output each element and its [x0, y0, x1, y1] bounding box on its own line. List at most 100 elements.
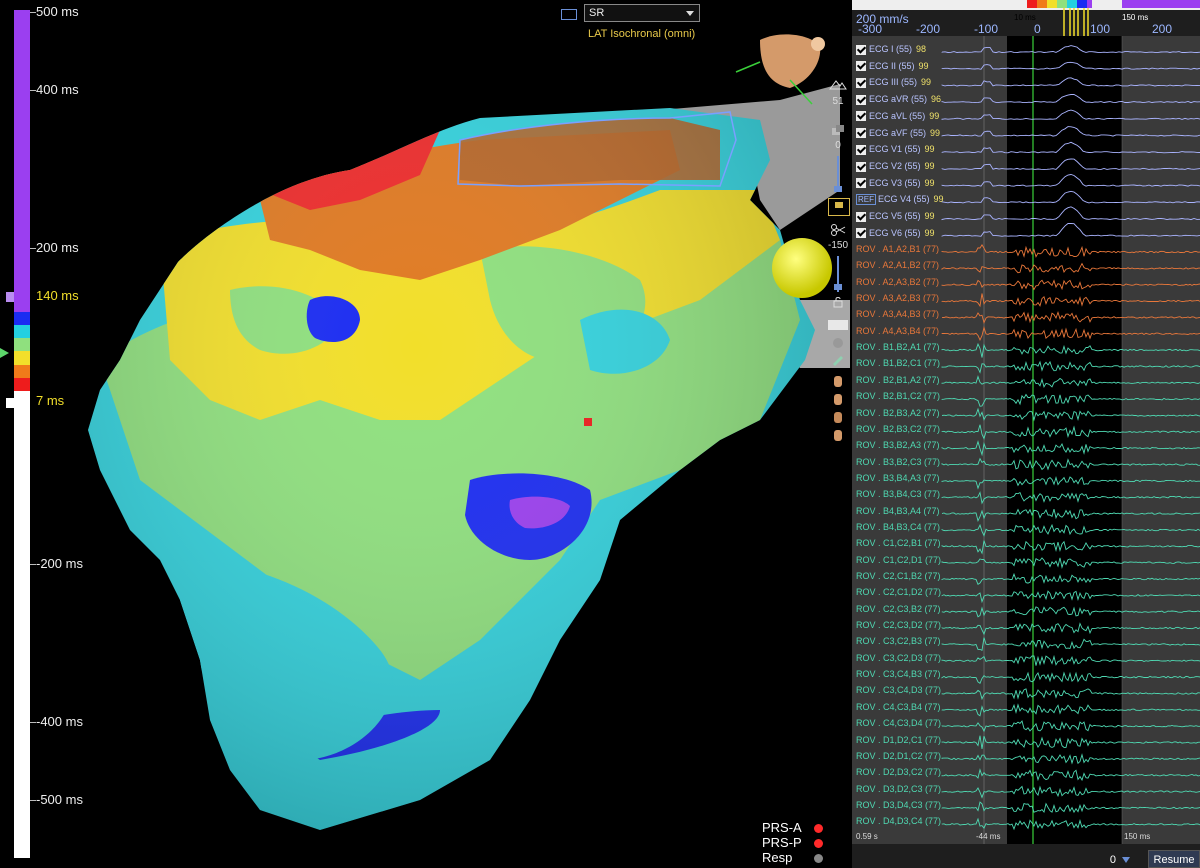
rov-channel-row[interactable]: ROV . D2,D3,C2 (77)	[856, 767, 941, 781]
rov-channel-row[interactable]: ROV . D4,D3,C4 (77)	[856, 816, 941, 830]
opacity-slider[interactable]	[828, 156, 848, 192]
rov-channel-row[interactable]: ROV . A3,A4,B3 (77)	[856, 309, 939, 323]
rov-channel-row[interactable]: ROV . C3,C4,D3 (77)	[856, 685, 941, 699]
rov-channel-label: ROV . B3,B2,A3 (77)	[856, 440, 940, 451]
rov-channel-row[interactable]: ROV . C1,C2,B1 (77)	[856, 538, 941, 552]
rov-channel-row[interactable]: ROV . B3,B4,C3 (77)	[856, 489, 940, 503]
yellow-sphere-marker[interactable]	[772, 238, 832, 298]
threshold-slider[interactable]	[828, 256, 848, 292]
ecg-channel-row[interactable]: ECG III (55) 99	[856, 77, 931, 91]
ecg-channel-row[interactable]: ECG V1 (55) 99	[856, 144, 935, 158]
ecg-channel-row[interactable]: ECG I (55) 98	[856, 44, 926, 58]
rov-channel-row[interactable]: ROV . D3,D4,C3 (77)	[856, 800, 941, 814]
rov-channel-row[interactable]: ROV . B1,B2,A1 (77)	[856, 342, 940, 356]
ecg-channel-row[interactable]: ECG V2 (55) 99	[856, 161, 935, 175]
channel-checkbox[interactable]	[856, 228, 866, 239]
rov-channel-row[interactable]: ROV . B2,B1,C2 (77)	[856, 391, 940, 405]
channel-checkbox[interactable]	[856, 211, 866, 222]
channel-checkbox[interactable]	[856, 61, 866, 72]
layers-icon[interactable]	[828, 124, 848, 139]
channel-checkbox[interactable]	[856, 161, 866, 172]
ecg-channel-row[interactable]: ECG V5 (55) 99	[856, 211, 935, 225]
prs-p-status-dot	[814, 839, 823, 848]
lat-map-3d[interactable]	[60, 0, 850, 868]
rov-channel-row[interactable]: ROV . B3,B4,A3 (77)	[856, 473, 940, 487]
toolbar-value-b: 0	[835, 140, 841, 151]
rov-channel-label: ROV . C3,C4,D3 (77)	[856, 685, 942, 696]
rov-channel-row[interactable]: ROV . A2,A1,B2 (77)	[856, 260, 939, 274]
rov-channel-row[interactable]: ROV . A2,A3,B2 (77)	[856, 277, 939, 291]
ecg-channel-row[interactable]: ECG V3 (55) 99	[856, 178, 935, 192]
resume-button[interactable]: Resume	[1148, 850, 1200, 868]
rov-channel-row[interactable]: ROV . C2,C3,D2 (77)	[856, 620, 941, 634]
lower-threshold-handle[interactable]	[6, 398, 14, 408]
signal-panel[interactable]: 200 mm/s -300 -200 -100 0 100 200 10 ms …	[852, 0, 1200, 868]
rov-channel-label: ROV . D3,D2,C3 (77)	[856, 783, 942, 794]
white-rect-icon[interactable]	[828, 320, 848, 330]
rov-channel-label: ROV . D1,D2,C1 (77)	[856, 734, 942, 745]
channel-checkbox[interactable]	[856, 94, 866, 105]
ecg-channel-row[interactable]: ECG aVL (55) 99	[856, 111, 939, 125]
torso-front-icon[interactable]	[828, 374, 848, 391]
rov-channel-row[interactable]: ROV . C2,C1,B2 (77)	[856, 571, 941, 585]
channel-checkbox[interactable]	[856, 128, 866, 139]
offset-dropdown-icon[interactable]	[1122, 857, 1130, 863]
pencil-icon[interactable]	[828, 354, 848, 369]
rov-channel-row[interactable]: ROV . B4,B3,A4 (77)	[856, 506, 940, 520]
rov-channel-row[interactable]: ROV . D1,D2,C1 (77)	[856, 735, 941, 749]
scissors-icon[interactable]	[828, 224, 848, 239]
ecg-channel-value: 99	[918, 60, 929, 71]
rov-channel-label: ROV . B4,B3,A4 (77)	[856, 505, 940, 516]
scale-pointer[interactable]	[0, 348, 9, 358]
rov-channel-row[interactable]: ROV . D2,D1,C2 (77)	[856, 751, 941, 765]
resp-status-dot	[814, 854, 823, 863]
ecg-channel-label: ECG aVF (55)	[869, 127, 927, 138]
lat-color-scale[interactable]	[14, 10, 30, 858]
rov-channel-row[interactable]: ROV . B2,B1,A2 (77)	[856, 375, 940, 389]
reference-badge[interactable]: REF	[856, 194, 876, 206]
ecg-channel-row[interactable]: ECG aVR (55) 96	[856, 94, 941, 108]
rov-channel-row[interactable]: ROV . C2,C3,B2 (77)	[856, 604, 941, 618]
offset-value[interactable]: 0	[1110, 854, 1116, 866]
rov-channel-row[interactable]: ROV . A1,A2,B1 (77)	[856, 244, 939, 258]
channel-checkbox[interactable]	[856, 178, 866, 189]
rov-channel-row[interactable]: ROV . C4,C3,B4 (77)	[856, 702, 941, 716]
channel-checkbox[interactable]	[856, 111, 866, 122]
channel-checkbox[interactable]	[856, 78, 866, 89]
rov-channel-row[interactable]: ROV . C1,C2,D1 (77)	[856, 555, 941, 569]
torso-side-icon[interactable]	[828, 392, 848, 409]
ecg-channel-row[interactable]: ECG V6 (55) 99	[856, 228, 935, 242]
rov-channel-row[interactable]: ROV . D3,D2,C3 (77)	[856, 784, 941, 798]
rov-channel-row[interactable]: ROV . A4,A3,B4 (77)	[856, 326, 939, 340]
sphere-icon[interactable]	[828, 336, 848, 353]
rov-channel-row[interactable]: ROV . B3,B2,C3 (77)	[856, 457, 940, 471]
channel-checkbox[interactable]	[856, 44, 866, 55]
rov-channel-row[interactable]: ROV . A3,A2,B3 (77)	[856, 293, 939, 307]
mountain-icon[interactable]	[828, 78, 848, 93]
rov-channel-row[interactable]: ROV . B1,B2,C1 (77)	[856, 358, 940, 372]
rhythm-select-value: SR	[589, 7, 605, 19]
upper-threshold-handle[interactable]	[6, 292, 14, 302]
lock-icon[interactable]	[828, 296, 848, 311]
torso-top-icon[interactable]	[828, 428, 848, 445]
highlight-tool-icon[interactable]	[828, 198, 850, 216]
rov-channel-row[interactable]: ROV . B4,B3,C4 (77)	[856, 522, 940, 536]
rov-channel-row[interactable]: ROV . C4,C3,D4 (77)	[856, 718, 941, 732]
view-toggle-icon[interactable]	[561, 9, 577, 20]
torso-back-icon[interactable]	[828, 410, 848, 427]
rov-channel-row[interactable]: ROV . C2,C1,D2 (77)	[856, 587, 941, 601]
rov-channel-row[interactable]: ROV . B2,B3,A2 (77)	[856, 408, 940, 422]
channel-checkbox[interactable]	[856, 144, 866, 155]
legend-resp: Resp	[762, 850, 823, 865]
rov-channel-row[interactable]: ROV . C3,C4,B3 (77)	[856, 669, 941, 683]
ecg-channel-row[interactable]: REF ECG V4 (55) 99	[856, 194, 944, 208]
ecg-channel-row[interactable]: ECG aVF (55) 99	[856, 128, 940, 142]
time-axis: 200 mm/s -300 -200 -100 0 100 200 10 ms …	[852, 12, 1200, 36]
rhythm-select[interactable]: SR	[584, 4, 700, 22]
ecg-channel-row[interactable]: ECG II (55) 99	[856, 61, 929, 75]
rov-channel-row[interactable]: ROV . C3,C2,B3 (77)	[856, 636, 941, 650]
rov-channel-row[interactable]: ROV . C3,C2,D3 (77)	[856, 653, 941, 667]
rov-channel-row[interactable]: ROV . B2,B3,C2 (77)	[856, 424, 940, 438]
rov-channel-row[interactable]: ROV . B3,B2,A3 (77)	[856, 440, 940, 454]
axis-tick: -200	[916, 22, 941, 36]
